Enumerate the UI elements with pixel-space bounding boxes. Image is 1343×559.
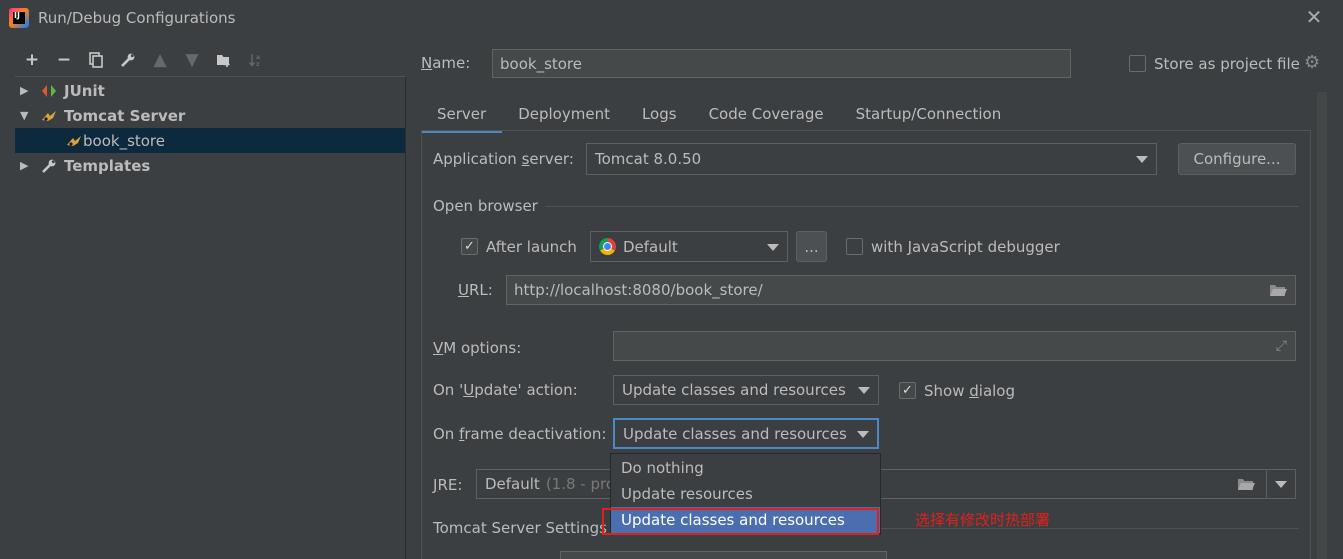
tree-item-label: Tomcat Server bbox=[64, 106, 186, 125]
on-update-select[interactable]: Update classes and resources bbox=[613, 375, 879, 405]
svg-text:z: z bbox=[256, 61, 260, 68]
browse-browser-button[interactable]: ... bbox=[796, 231, 827, 262]
annotation-highlight-box bbox=[602, 508, 879, 535]
tab-startup-connection[interactable]: Startup/Connection bbox=[840, 96, 1018, 132]
store-as-project-file-label: Store as project file bbox=[1154, 55, 1300, 73]
show-dialog-label: Show dialog bbox=[924, 382, 1016, 400]
tab-deployment[interactable]: Deployment bbox=[502, 96, 626, 132]
chevron-down-icon bbox=[767, 243, 779, 251]
tab-server[interactable]: Server bbox=[421, 96, 503, 133]
tree-item-label: Templates bbox=[64, 156, 151, 175]
show-dialog-checkbox[interactable]: ✓ bbox=[899, 382, 916, 399]
expand-arrow-icon[interactable]: ▶ bbox=[20, 159, 32, 172]
chevron-down-icon bbox=[858, 387, 870, 394]
add-icon[interactable]: + bbox=[16, 48, 48, 72]
folder-icon[interactable] bbox=[1237, 476, 1255, 496]
config-tabs: Server Deployment Logs Code Coverage Sta… bbox=[421, 94, 1311, 133]
expand-icon[interactable]: ⤢ bbox=[1276, 338, 1287, 354]
tree-item-junit[interactable]: ▶ JUnit bbox=[15, 78, 405, 103]
open-browser-label: Open browser bbox=[433, 197, 538, 215]
url-label: URL: bbox=[458, 281, 493, 299]
vm-options-field[interactable]: ⤢ bbox=[613, 331, 1296, 361]
jre-select[interactable]: Default (1.8 - pro bbox=[476, 469, 1296, 499]
tree-item-tomcat-server[interactable]: ▼ Tomcat Server bbox=[15, 103, 405, 128]
store-as-project-file-checkbox[interactable] bbox=[1129, 55, 1146, 72]
chevron-down-icon bbox=[1136, 156, 1148, 163]
close-icon[interactable]: ✕ bbox=[1303, 6, 1325, 28]
name-label: Name: bbox=[421, 54, 471, 72]
jre-label: JRE: bbox=[433, 476, 463, 494]
new-folder-icon[interactable] bbox=[208, 48, 240, 72]
intellij-logo-icon: IJ bbox=[9, 8, 29, 28]
tab-code-coverage[interactable]: Code Coverage bbox=[693, 96, 840, 132]
wrench-icon bbox=[40, 157, 58, 175]
tomcat-icon bbox=[40, 107, 58, 125]
section-divider bbox=[545, 206, 1299, 207]
chrome-icon bbox=[599, 238, 616, 255]
on-frame-deactivation-select[interactable]: Update classes and resources bbox=[613, 418, 879, 449]
collapse-arrow-icon[interactable]: ▼ bbox=[20, 109, 32, 122]
chevron-down-icon bbox=[857, 430, 869, 438]
chevron-down-icon[interactable] bbox=[1275, 481, 1287, 488]
app-server-select[interactable]: Tomcat 8.0.50 bbox=[586, 143, 1157, 175]
configuration-tree: ▶ JUnit ▼ Tomcat Server book_store ▶ Tem… bbox=[15, 76, 406, 559]
name-field[interactable]: book_store bbox=[492, 49, 1071, 78]
tree-item-label: JUnit bbox=[64, 81, 105, 100]
after-launch-label: After launch bbox=[486, 238, 577, 256]
after-launch-checkbox[interactable]: ✓ bbox=[461, 238, 478, 255]
move-up-icon[interactable]: ▲ bbox=[144, 48, 176, 72]
on-frame-deactivation-label: On frame deactivation: bbox=[433, 425, 607, 443]
vm-options-label: VM options: bbox=[433, 339, 522, 357]
folder-icon[interactable] bbox=[1269, 282, 1287, 302]
tree-item-templates[interactable]: ▶ Templates bbox=[15, 153, 405, 178]
remove-icon[interactable]: − bbox=[48, 48, 80, 72]
gear-icon[interactable]: ⚙ bbox=[1304, 54, 1320, 72]
tomcat-icon bbox=[65, 132, 83, 150]
dropdown-option-update-resources[interactable]: Update resources bbox=[611, 481, 880, 507]
copy-icon[interactable] bbox=[80, 48, 112, 72]
tree-toolbar: + − ▲ ▼ az bbox=[16, 48, 272, 72]
expand-arrow-icon[interactable]: ▶ bbox=[20, 84, 32, 97]
configure-button[interactable]: Configure... bbox=[1178, 143, 1296, 175]
js-debugger-checkbox[interactable] bbox=[846, 238, 863, 255]
sort-icon[interactable]: az bbox=[240, 48, 272, 72]
scrollbar[interactable] bbox=[1317, 92, 1327, 559]
junit-icon bbox=[40, 82, 58, 100]
url-field[interactable]: http://localhost:8080/book_store/ bbox=[506, 275, 1296, 305]
svg-text:a: a bbox=[256, 54, 260, 61]
tree-item-book-store[interactable]: book_store bbox=[15, 128, 405, 153]
js-debugger-label: with JavaScript debugger bbox=[871, 238, 1060, 256]
move-down-icon[interactable]: ▼ bbox=[176, 48, 208, 72]
wrench-icon[interactable] bbox=[112, 48, 144, 72]
tomcat-settings-label: Tomcat Server Settings bbox=[433, 519, 607, 537]
partial-field[interactable] bbox=[560, 551, 887, 559]
window-title: Run/Debug Configurations bbox=[38, 9, 236, 27]
app-server-label: Application server: bbox=[433, 150, 574, 168]
dropdown-option-do-nothing[interactable]: Do nothing bbox=[611, 455, 880, 481]
on-update-label: On 'Update' action: bbox=[433, 381, 578, 399]
tab-logs[interactable]: Logs bbox=[626, 96, 693, 132]
annotation-text: 选择有修改时热部署 bbox=[915, 511, 1051, 529]
browser-select[interactable]: Default bbox=[590, 231, 788, 262]
title-bar: IJ Run/Debug Configurations ✕ bbox=[0, 0, 1343, 38]
tree-item-label: book_store bbox=[83, 131, 166, 150]
